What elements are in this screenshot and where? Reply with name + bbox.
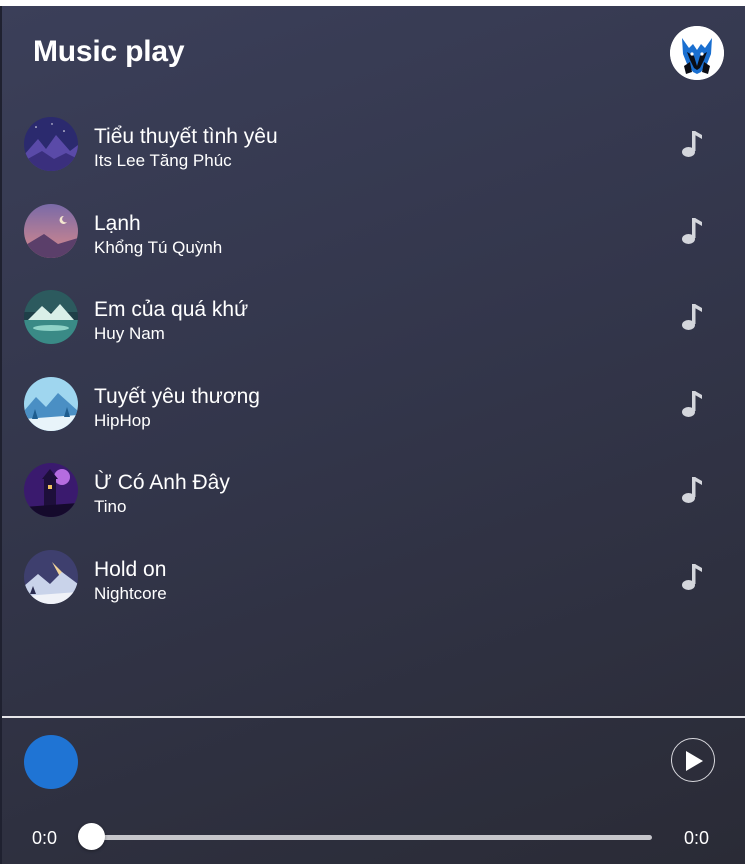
current-track-disc [24, 735, 78, 789]
music-player-app: Music play Tiểu thuyết tình yêu Its Lee … [0, 6, 745, 864]
wolf-avatar-icon[interactable] [670, 26, 724, 80]
song-artist: Khổng Tú Quỳnh [94, 237, 223, 257]
purple-tower-art [24, 463, 78, 517]
song-artist: Huy Nam [94, 324, 165, 343]
song-item[interactable]: Ừ Có Anh Đây Tino [2, 453, 745, 540]
song-artist: HipHop [94, 410, 151, 430]
song-artist: Its Lee Tăng Phúc [94, 151, 232, 170]
progress-track[interactable] [91, 835, 652, 840]
song-title: Hold on [94, 557, 167, 581]
song-list: Tiểu thuyết tình yêu Its Lee Tăng Phúc L… [2, 107, 745, 626]
page-title: Music play [33, 35, 185, 68]
song-artist: Tino [94, 497, 127, 516]
song-title: Ừ Có Anh Đây [94, 471, 230, 494]
music-note-icon[interactable] [680, 302, 704, 332]
dusk-sky-art [24, 203, 78, 258]
app-header: Music play [2, 6, 745, 102]
song-artist: Nightcore [94, 583, 167, 603]
music-note-icon[interactable] [680, 389, 704, 419]
lake-mountain-art [24, 290, 78, 344]
music-note-icon[interactable] [680, 216, 704, 246]
song-item[interactable]: Hold on Nightcore [2, 540, 745, 627]
song-item[interactable]: Em của quá khứ Huy Nam [2, 280, 745, 367]
current-time: 0:0 [32, 828, 58, 848]
music-note-icon[interactable] [680, 129, 704, 159]
player-divider [2, 716, 745, 718]
song-item[interactable]: Tuyết yêu thương HipHop [2, 367, 745, 454]
play-button[interactable] [671, 738, 715, 782]
song-title: Tiểu thuyết tình yêu [94, 125, 278, 148]
song-item[interactable]: Tiểu thuyết tình yêu Its Lee Tăng Phúc [2, 107, 745, 194]
progress-thumb[interactable] [77, 823, 105, 850]
play-icon [686, 751, 703, 771]
music-note-icon[interactable] [680, 475, 704, 505]
song-title: Lạnh [94, 211, 141, 235]
total-time: 0:0 [684, 828, 710, 848]
song-item[interactable]: Lạnh Khổng Tú Quỳnh [2, 194, 745, 281]
winter-night-art [24, 549, 78, 604]
snow-forest-art [24, 376, 78, 431]
song-title: Tuyết yêu thương [94, 384, 260, 408]
night-mountain-art [24, 117, 78, 171]
music-note-icon[interactable] [680, 562, 704, 592]
song-title: Em của quá khứ [94, 298, 249, 321]
